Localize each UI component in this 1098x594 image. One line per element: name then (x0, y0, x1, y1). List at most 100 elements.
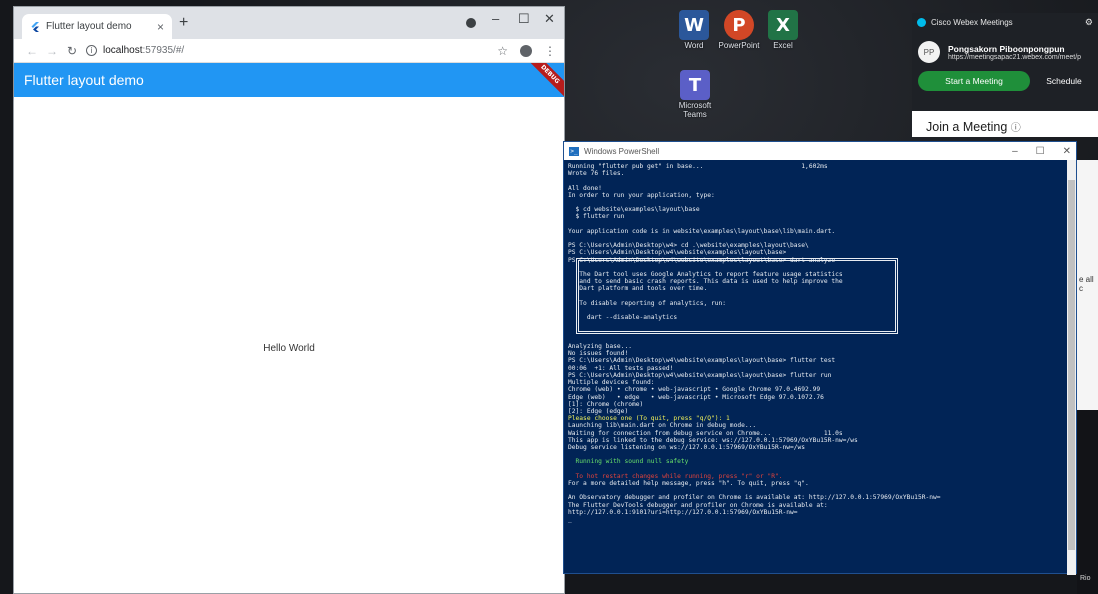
record-indicator-icon[interactable] (466, 18, 476, 28)
console-line: All done! (568, 184, 602, 192)
console-line: Analyzing base... (568, 343, 632, 351)
tab-close-icon[interactable]: × (157, 20, 164, 34)
console-line: Multiple devices found: (568, 379, 655, 387)
flutter-app-bar: Flutter layout demo DEBUG (14, 63, 564, 97)
scrollbar-thumb[interactable] (1068, 180, 1075, 550)
bookmark-star-icon[interactable]: ☆ (497, 44, 508, 58)
toolbar: ← → ↻ i localhost :57935/#/ ☆ ⋮ (14, 39, 564, 63)
console-line: Launching lib\main.dart on Chrome in deb… (568, 422, 757, 430)
user-name: Pongsakorn Piboonpongpun (948, 43, 1065, 54)
webex-logo-icon (917, 17, 926, 27)
console-line: PS C:\Users\Admin\Desktop\w4\website\exa… (568, 249, 787, 257)
site-info-icon[interactable]: i (86, 45, 97, 56)
powershell-logo-icon: >_ (569, 146, 579, 156)
console-line: PS C:\Users\Admin\Desktop\w4\website\exa… (568, 357, 836, 365)
tab-strip: Flutter layout demo × + – ☐ ✕ (14, 7, 564, 39)
schedule-button[interactable]: Schedule (1036, 71, 1092, 91)
close-button[interactable]: ✕ (1063, 146, 1071, 157)
desktop-icon-label: Excel (773, 41, 793, 50)
console-line: $ cd website\examples\layout\base (568, 206, 700, 214)
analytics-notice-box (576, 258, 898, 334)
hello-world-text: Hello World (263, 343, 315, 354)
webex-window: Cisco Webex Meetings ⚙ PP Pongsakorn Pib… (912, 13, 1098, 137)
join-meeting-title: Join a Meeting (926, 120, 1008, 134)
minimize-button[interactable]: – (1012, 146, 1018, 157)
console-line: Waiting for connection from debug servic… (568, 429, 843, 437)
console-line: An Observatory debugger and profiler on … (568, 494, 941, 502)
console-line: Please choose one (To quit, press "q/Q")… (568, 415, 730, 423)
desktop-icon-teams[interactable]: T Microsoft Teams (669, 70, 721, 120)
address-bar[interactable]: i localhost :57935/#/ (86, 41, 497, 61)
console-scrollbar[interactable] (1067, 160, 1076, 575)
close-button[interactable]: ✕ (544, 11, 555, 27)
console-line: Chrome (web) • chrome • web-javascript •… (568, 386, 821, 394)
console-line: To hot restart changes while running, pr… (568, 472, 783, 480)
forward-arrow-icon[interactable]: → (42, 44, 62, 58)
join-meeting-heading: Join a Meeting ⓘ (912, 111, 1098, 137)
maximize-button[interactable]: ☐ (518, 11, 530, 27)
teams-icon: T (680, 70, 710, 100)
console-line: _ (568, 515, 572, 523)
desktop-edge: Rio (1077, 410, 1098, 594)
console-line: PS C:\Users\Admin\Desktop\w4\website\exa… (568, 371, 832, 379)
meeting-link[interactable]: https://meetingsapac21.webex.com/meet/p (948, 54, 1081, 61)
avatar[interactable]: PP (918, 41, 940, 63)
profile-avatar-icon[interactable] (520, 44, 532, 57)
window-text-fragment: e all c (1079, 275, 1094, 293)
chrome-window: Flutter layout demo × + – ☐ ✕ ← → ↻ i lo… (13, 6, 565, 594)
webex-user-card: PP Pongsakorn Piboonpongpun https://meet… (912, 31, 1098, 63)
console-line: Wrote 76 files. (568, 170, 625, 178)
console-line: http://127.0.0.1:9101?uri=http://127.0.0… (568, 508, 798, 516)
minimize-button[interactable]: – (492, 11, 499, 26)
console-line: Running with sound null safety (568, 458, 689, 466)
tab-title: Flutter layout demo (46, 21, 132, 32)
webex-user-info: Pongsakorn Piboonpongpun https://meeting… (948, 44, 1081, 61)
desktop-icon-label: Microsoft Teams (678, 101, 712, 119)
console-line: $ flutter run (568, 213, 625, 221)
console-line: Edge (web) • edge • web-javascript • Mic… (568, 393, 824, 401)
console-line: For a more detailed help message, press … (568, 479, 809, 487)
console-line: No issues found! (568, 350, 629, 358)
back-arrow-icon[interactable]: ← (22, 44, 42, 58)
console-line: [1]: Chrome (chrome) (568, 400, 644, 408)
new-tab-button[interactable]: + (179, 14, 188, 32)
background-window-fragment: e all c (1075, 160, 1098, 410)
console-line: PS C:\Users\Admin\Desktop\w4> cd .\websi… (568, 242, 809, 250)
flutter-logo-icon (31, 21, 39, 32)
console-output[interactable]: Running "flutter pub get" in base... 1,6… (568, 163, 1068, 573)
desktop-icon-excel[interactable]: X Excel (757, 10, 809, 51)
powershell-title-bar: >_ Windows PowerShell – ☐ ✕ (564, 142, 1076, 160)
word-icon: W (679, 10, 709, 40)
gear-icon[interactable]: ⚙ (1085, 17, 1093, 28)
webex-title: Cisco Webex Meetings (931, 17, 1013, 27)
console-line: Debug service listening on ws://127.0.0.… (568, 443, 806, 451)
powershell-title: Windows PowerShell (584, 146, 660, 156)
info-circle-icon[interactable]: ⓘ (1011, 123, 1021, 134)
chrome-menu-icon[interactable]: ⋮ (544, 44, 556, 58)
console-line: Running "flutter pub get" in base... 1,6… (568, 163, 828, 170)
powershell-window: >_ Windows PowerShell – ☐ ✕ Running "flu… (563, 141, 1077, 575)
powerpoint-icon: P (724, 10, 754, 40)
browser-tab[interactable]: Flutter layout demo × (22, 14, 172, 39)
reload-icon[interactable]: ↻ (62, 44, 82, 58)
console-line: In order to run your application, type: (568, 191, 715, 199)
webex-title-bar: Cisco Webex Meetings ⚙ (912, 13, 1098, 31)
url-path: :57935/#/ (142, 45, 185, 56)
flutter-app-body: Hello World (14, 97, 564, 593)
desktop-text-fragment: Rio (1080, 575, 1091, 582)
start-meeting-button[interactable]: Start a Meeting (918, 71, 1030, 91)
url-host: localhost (103, 45, 143, 56)
webex-actions: Start a Meeting Schedule (912, 63, 1098, 91)
debug-banner: DEBUG (523, 63, 564, 97)
console-line: The Flutter DevTools debugger and profil… (568, 501, 828, 509)
toolbar-actions: ☆ ⋮ (497, 44, 556, 58)
console-line: [2]: Edge (edge) (568, 407, 629, 415)
maximize-button[interactable]: ☐ (1036, 146, 1045, 157)
